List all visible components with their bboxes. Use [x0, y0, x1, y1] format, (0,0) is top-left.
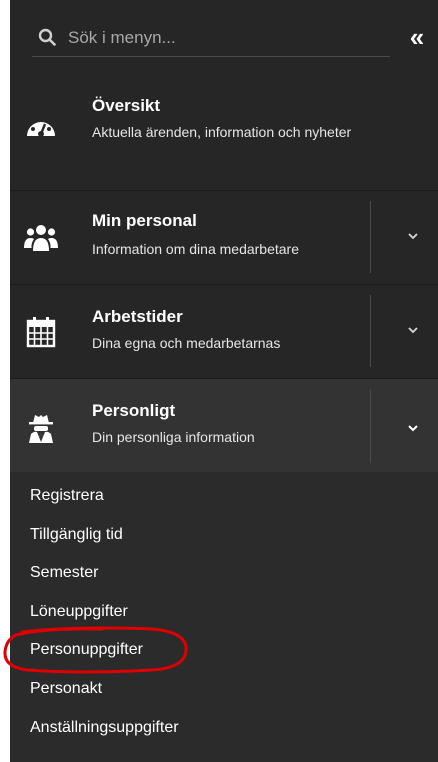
section-subtitle: Aktuella ärenden, information och nyhete…: [92, 124, 352, 140]
submenu-item-registrera[interactable]: Registrera: [30, 484, 104, 508]
expand-button[interactable]: [370, 285, 438, 378]
collapse-menu-button[interactable]: «: [402, 20, 432, 54]
menu-section-min-personal[interactable]: Min personal Information om dina medarbe…: [10, 190, 438, 284]
submenu-item-loneuppgifter[interactable]: Löneuppgifter: [30, 600, 128, 624]
section-subtitle: Information om dina medarbetare: [92, 241, 299, 257]
section-subtitle: Dina egna och medarbetarnas: [92, 335, 281, 351]
divider: [370, 295, 371, 367]
search-bar: «: [10, 0, 438, 78]
user-secret-icon: [29, 415, 53, 443]
section-title: Arbetstider: [92, 307, 183, 326]
section-title: Min personal: [92, 211, 197, 230]
section-title: Personligt: [92, 401, 176, 420]
menu-section-personligt[interactable]: Personligt Din personliga information: [10, 378, 438, 473]
chevron-down-icon: [408, 327, 418, 334]
users-group-icon: [24, 225, 58, 251]
section-subtitle: Din personliga information: [92, 429, 255, 445]
side-menu: « Översikt Aktuella ärenden, information…: [10, 0, 438, 762]
expand-button[interactable]: [370, 191, 438, 284]
search-underline: [32, 56, 390, 57]
search-input[interactable]: [68, 24, 368, 52]
expand-button[interactable]: [370, 379, 438, 473]
dashboard-gauge-icon: [27, 116, 55, 137]
submenu-item-personuppgifter[interactable]: Personuppgifter: [30, 638, 143, 662]
submenu-item-anstallningsuppgifter[interactable]: Anställningsuppgifter: [30, 716, 179, 740]
search-icon: [38, 28, 56, 46]
submenu-item-tillganglig-tid[interactable]: Tillgänglig tid: [30, 523, 123, 547]
divider: [370, 389, 371, 463]
chevron-down-icon: [408, 233, 418, 240]
section-title: Översikt: [92, 96, 161, 115]
divider: [370, 201, 371, 273]
double-chevron-left-icon: «: [409, 22, 425, 52]
personligt-submenu: Registrera Tillgänglig tid Semester Löne…: [10, 472, 438, 762]
submenu-item-personakt[interactable]: Personakt: [30, 677, 102, 701]
calendar-icon: [26, 317, 56, 348]
submenu-item-semester[interactable]: Semester: [30, 561, 98, 585]
menu-section-arbetstider[interactable]: Arbetstider Dina egna och medarbetarnas: [10, 284, 438, 378]
menu-section-oversikt[interactable]: Översikt Aktuella ärenden, information o…: [10, 78, 438, 190]
chevron-down-icon: [408, 425, 418, 432]
